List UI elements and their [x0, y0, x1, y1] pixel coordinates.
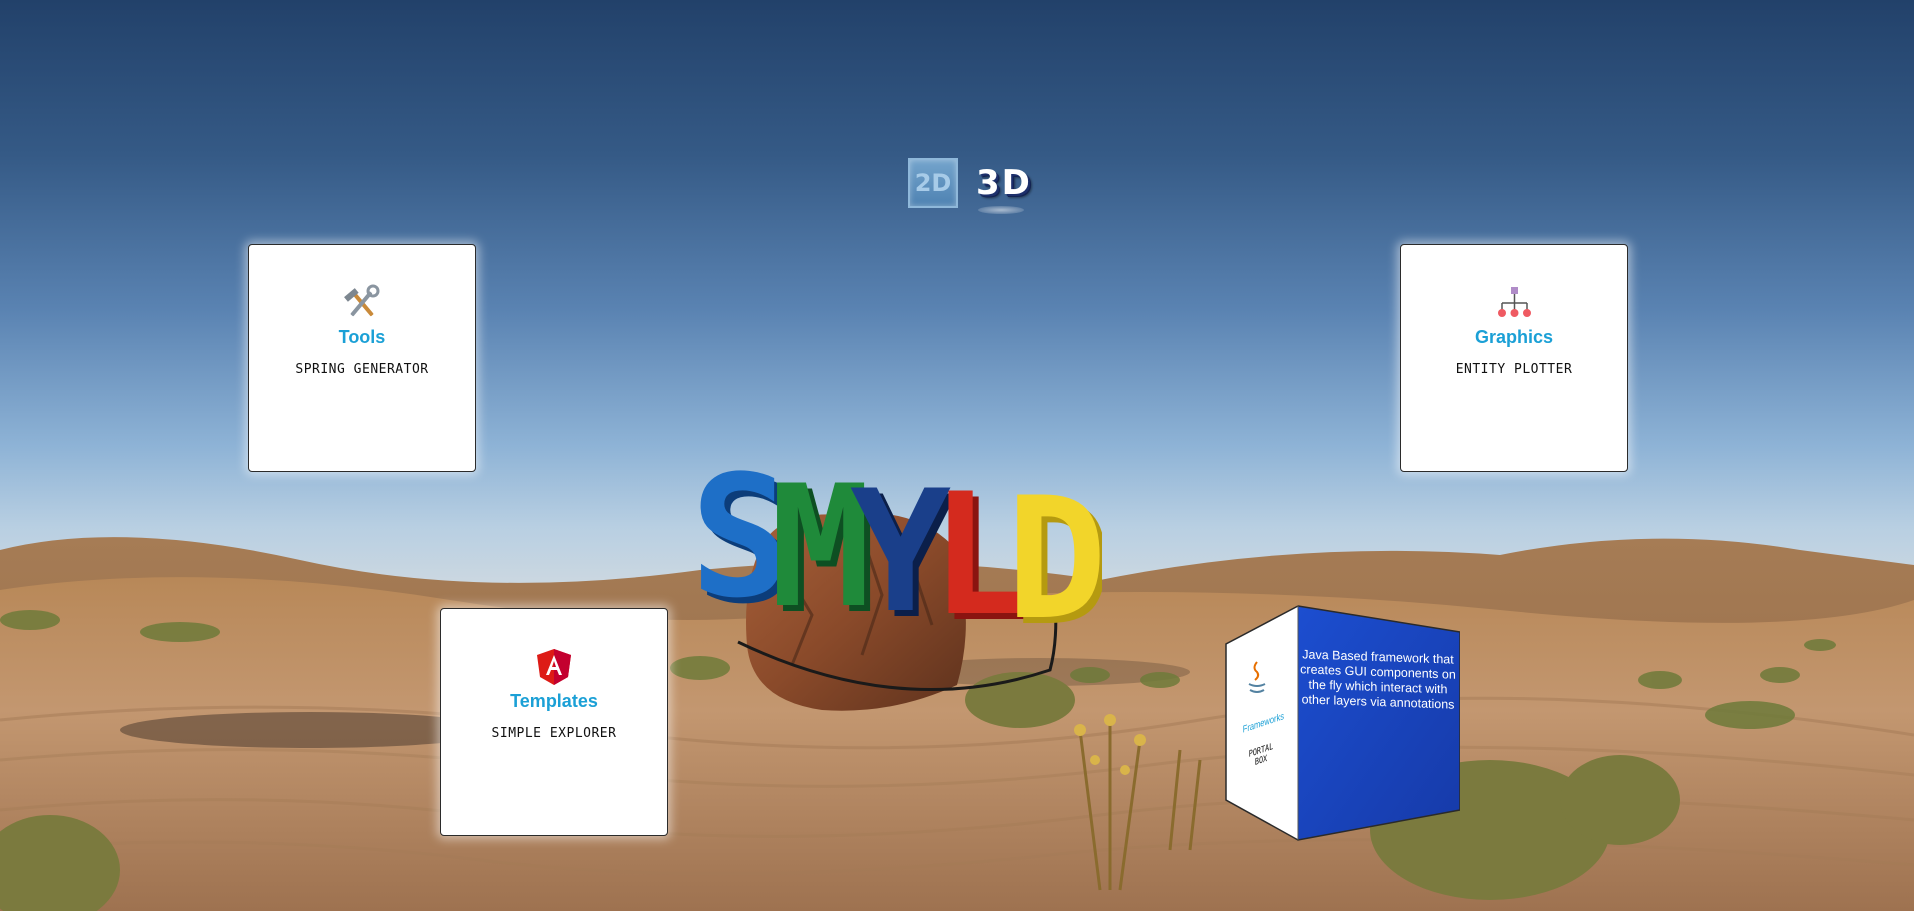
- java-icon: [1248, 661, 1266, 693]
- templates-card[interactable]: Templates SIMPLE EXPLORER: [440, 608, 668, 836]
- tools-card-subtitle: SPRING GENERATOR: [295, 362, 429, 377]
- hammer-wrench-icon: [344, 284, 380, 317]
- templates-card-title: Templates: [510, 691, 598, 711]
- frameworks-description: Java Based framework that creates GUI co…: [1300, 647, 1456, 712]
- mode-2d-button[interactable]: 2D: [908, 158, 958, 208]
- desert-scene: 2D 3D Tools SPRING GENERATOR Graphics EN…: [0, 0, 1914, 911]
- mode-3d-reflection: [978, 206, 1024, 214]
- smyld-logo: S S M M Y Y L L D D: [690, 445, 1102, 625]
- graphics-card[interactable]: Graphics ENTITY PLOTTER: [1400, 244, 1628, 472]
- tools-card-title: Tools: [338, 327, 386, 347]
- hierarchy-icon: [1498, 287, 1531, 317]
- templates-card-subtitle: SIMPLE EXPLORER: [491, 726, 617, 741]
- tools-card[interactable]: Tools SPRING GENERATOR: [248, 244, 476, 472]
- svg-text:D: D: [1006, 461, 1102, 625]
- graphics-card-title: Graphics: [1474, 327, 1554, 347]
- mode-3d-button[interactable]: 3D: [976, 158, 1030, 208]
- view-mode-toggle: 2D 3D: [908, 156, 1030, 220]
- graphics-card-subtitle: ENTITY PLOTTER: [1455, 362, 1573, 377]
- angular-icon: [537, 649, 571, 685]
